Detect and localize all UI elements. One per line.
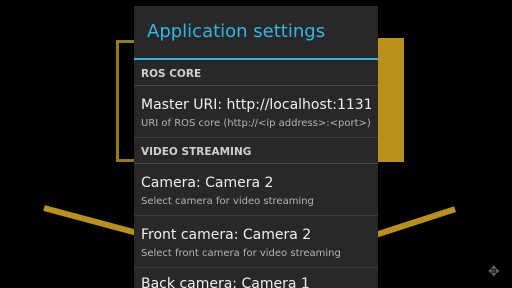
pref-summary: Select front camera for video streaming [141,248,341,259]
pref-title: Camera: Camera 2 [141,175,274,191]
dialog-title: Application settings [147,21,326,42]
background-camera-bar [376,38,404,162]
pref-title: Front camera: Camera 2 [141,227,312,243]
settings-dialog: Application settings ROS CORE Master URI… [134,6,378,288]
section-header-ros-core: ROS CORE [134,60,378,86]
pref-item-front-camera[interactable]: Front camera: Camera 2 Select front came… [134,216,378,268]
pref-item-back-camera[interactable]: Back camera: Camera 1 [134,268,378,288]
pref-item-master-uri[interactable]: Master URI: http://localhost:11311 URI o… [134,86,378,138]
move-icon[interactable]: ✥ [488,264,500,280]
pref-item-camera[interactable]: Camera: Camera 2 Select camera for video… [134,164,378,216]
pref-title: Back camera: Camera 1 [141,276,310,288]
pref-summary: Select camera for video streaming [141,196,314,207]
section-header-video-streaming: VIDEO STREAMING [134,138,378,164]
pref-summary: URI of ROS core (http://<ip address>:<po… [141,118,371,129]
pref-title: Master URI: http://localhost:11311 [141,97,371,113]
